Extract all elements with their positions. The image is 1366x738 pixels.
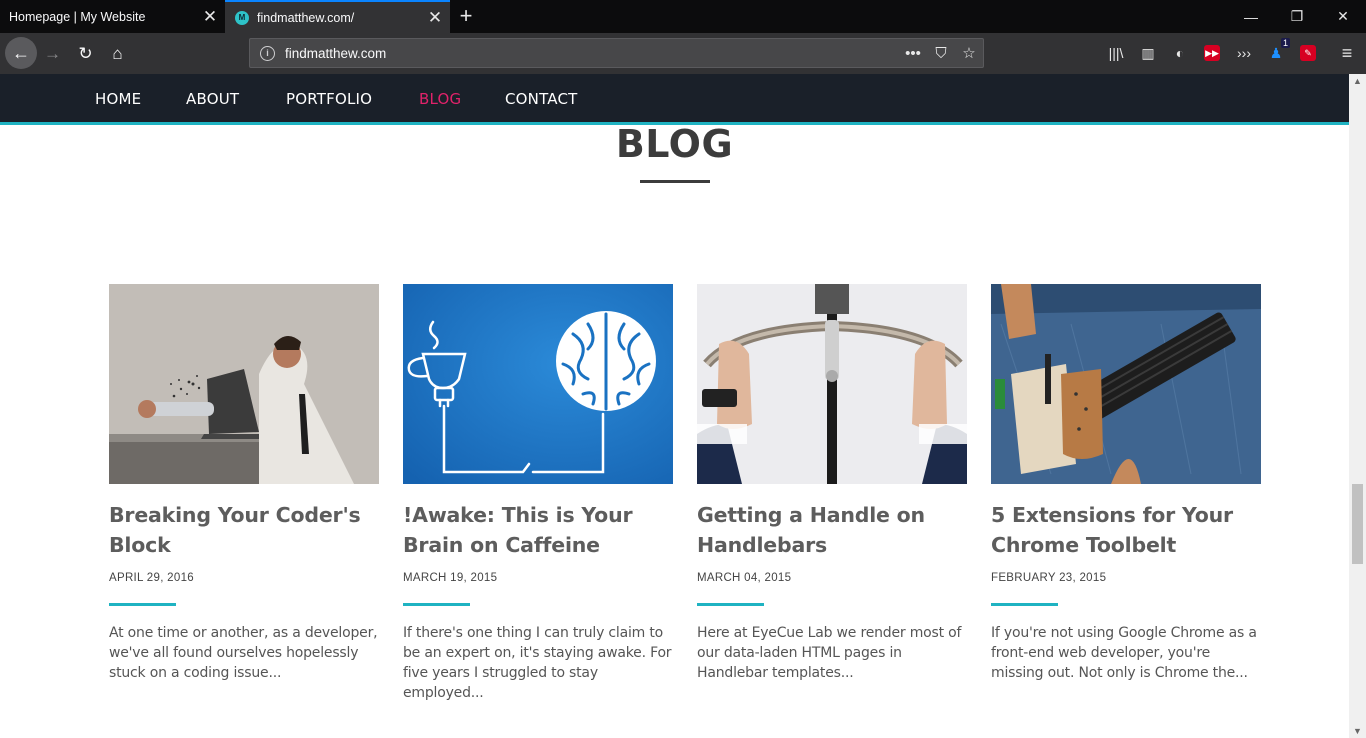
blog-card[interactable]: Getting a Handle on Handlebars MARCH 04,… — [697, 284, 967, 683]
post-divider — [991, 603, 1058, 606]
post-thumbnail-image[interactable] — [109, 284, 379, 484]
bookmark-star-icon[interactable]: ☆ — [955, 44, 983, 62]
reload-icon[interactable]: ↻ — [71, 39, 100, 68]
pocket-icon[interactable]: ⛉ — [927, 45, 955, 62]
blog-card[interactable]: Breaking Your Coder's Block APRIL 29, 20… — [109, 284, 379, 683]
forward-icon[interactable]: → — [38, 39, 67, 68]
post-excerpt: Here at EyeCue Lab we render most of our… — [697, 625, 962, 681]
nav-contact[interactable]: CONTACT — [505, 90, 578, 108]
url-text[interactable]: findmatthew.com — [285, 46, 899, 61]
post-title[interactable]: Breaking Your Coder's Block — [109, 500, 379, 560]
info-icon[interactable]: i — [260, 45, 275, 61]
nav-about[interactable]: ABOUT — [186, 90, 239, 108]
post-title[interactable]: !Awake: This is Your Brain on Caffeine — [403, 500, 673, 560]
scroll-thumb[interactable] — [1352, 484, 1363, 564]
post-date: MARCH 19, 2015 — [403, 572, 498, 584]
tab-close-icon[interactable]: ✕ — [195, 7, 225, 27]
address-bar[interactable]: i findmatthew.com ••• ⛉ ☆ — [249, 38, 984, 68]
post-title[interactable]: 5 Extensions for Your Chrome Toolbelt — [991, 500, 1261, 560]
sidebar-icon[interactable]: ▥ — [1136, 41, 1160, 65]
extension-pen-icon[interactable]: ✎ — [1296, 41, 1320, 65]
post-divider — [109, 603, 176, 606]
post-thumbnail-image[interactable] — [403, 284, 673, 484]
scroll-down-icon[interactable]: ▼ — [1349, 726, 1366, 736]
library-icon[interactable]: |||\ — [1104, 41, 1128, 65]
post-excerpt: If you're not using Google Chrome as a f… — [991, 625, 1257, 681]
tab-homepage[interactable]: Homepage | My Website ✕ — [0, 0, 225, 33]
tab-title: findmatthew.com/ — [257, 10, 355, 25]
site-nav: HOME ABOUT PORTFOLIO BLOG CONTACT — [0, 74, 1349, 125]
post-divider — [403, 603, 470, 606]
post-date: APRIL 29, 2016 — [109, 572, 194, 584]
title-divider — [640, 180, 710, 183]
post-thumbnail-image[interactable] — [991, 284, 1261, 484]
back-icon[interactable]: ← — [5, 37, 37, 69]
extension-ghost-icon[interactable]: ♟ 1 — [1264, 38, 1290, 65]
page-title: BLOG — [615, 122, 734, 166]
menu-icon[interactable]: ≡ — [1335, 41, 1359, 65]
post-excerpt: If there's one thing I can truly claim t… — [403, 625, 672, 701]
nav-home[interactable]: HOME — [95, 90, 141, 108]
close-window-icon[interactable]: ✕ — [1320, 0, 1366, 33]
notification-badge: 1 — [1280, 38, 1290, 48]
blog-card[interactable]: !Awake: This is Your Brain on Caffeine M… — [403, 284, 673, 703]
post-thumbnail-image[interactable] — [697, 284, 967, 484]
page-scrollbar[interactable]: ▲ ▼ — [1349, 74, 1366, 738]
post-divider — [697, 603, 764, 606]
tab-bar: Homepage | My Website ✕ M findmatthew.co… — [0, 0, 1366, 33]
tab-title: Homepage | My Website — [9, 9, 146, 24]
extension-arrows-icon[interactable]: ››› — [1232, 41, 1256, 65]
extension-red-play-icon[interactable]: ▶▶ — [1200, 41, 1224, 65]
post-date: FEBRUARY 23, 2015 — [991, 572, 1107, 584]
page-content: HOME ABOUT PORTFOLIO BLOG CONTACT BLOG B… — [0, 74, 1349, 738]
tab-findmatthew[interactable]: M findmatthew.com/ ✕ — [225, 0, 450, 33]
restore-icon[interactable]: ❐ — [1274, 0, 1320, 33]
browser-toolbar: ← → ↻ ⌂ i findmatthew.com ••• ⛉ ☆ |||\ ▥… — [0, 33, 1366, 74]
blog-card[interactable]: 5 Extensions for Your Chrome Toolbelt FE… — [991, 284, 1261, 683]
page-actions-icon[interactable]: ••• — [899, 45, 927, 62]
tab-close-icon[interactable]: ✕ — [420, 8, 450, 28]
home-icon[interactable]: ⌂ — [103, 39, 132, 68]
post-title[interactable]: Getting a Handle on Handlebars — [697, 500, 967, 560]
nav-portfolio[interactable]: PORTFOLIO — [286, 90, 372, 108]
extension-circle-icon[interactable]: ◐ — [1168, 41, 1192, 65]
nav-blog[interactable]: BLOG — [419, 90, 461, 108]
site-favicon-icon: M — [235, 10, 249, 25]
post-excerpt: At one time or another, as a developer, … — [109, 625, 378, 681]
new-tab-button[interactable]: + — [452, 3, 480, 31]
post-date: MARCH 04, 2015 — [697, 572, 792, 584]
scroll-up-icon[interactable]: ▲ — [1349, 76, 1366, 86]
minimize-icon[interactable]: — — [1228, 0, 1274, 33]
